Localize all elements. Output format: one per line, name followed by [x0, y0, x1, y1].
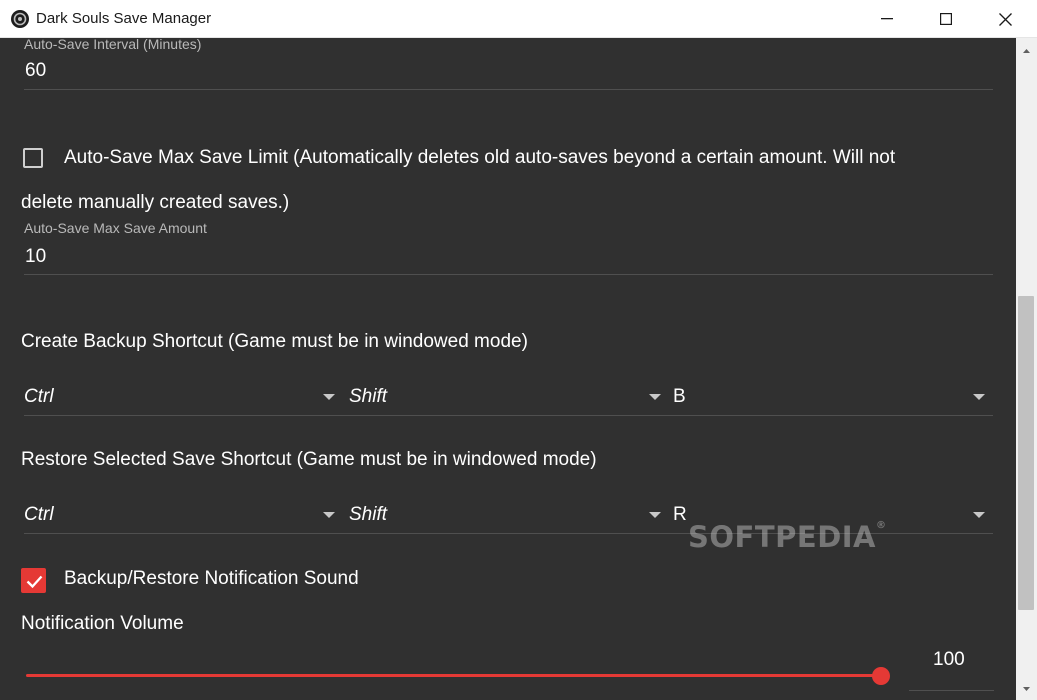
chevron-down-icon[interactable]	[323, 512, 335, 518]
max-save-amount-underline	[24, 274, 993, 275]
max-save-limit-label: Auto-Save Max Save Limit (Automatically …	[64, 147, 896, 168]
volume-value-underline	[909, 690, 994, 691]
close-button[interactable]	[976, 0, 1034, 38]
close-icon	[998, 12, 1012, 26]
max-save-limit-checkbox[interactable]	[23, 148, 43, 168]
auto-save-interval-underline	[24, 89, 993, 90]
volume-slider-track[interactable]	[26, 674, 881, 677]
title-bar: Dark Souls Save Manager	[0, 0, 1037, 38]
scroll-down-button[interactable]	[1016, 682, 1037, 694]
checkmark-icon	[26, 575, 43, 589]
scroll-up-button[interactable]	[1016, 44, 1037, 56]
backup-modifier2-select[interactable]: Shift	[349, 386, 387, 408]
backup-shortcut-heading: Create Backup Shortcut (Game must be in …	[21, 331, 528, 352]
notification-sound-checkbox[interactable]	[21, 568, 46, 593]
minimize-button[interactable]	[858, 0, 916, 38]
restore-shortcut-heading: Restore Selected Save Shortcut (Game mus…	[21, 449, 597, 470]
vertical-scrollbar[interactable]	[1016, 38, 1037, 700]
notification-volume-label: Notification Volume	[21, 613, 184, 634]
volume-slider-thumb[interactable]	[872, 667, 890, 685]
restore-modifier2-select[interactable]: Shift	[349, 504, 387, 526]
scrollbar-thumb[interactable]	[1018, 296, 1034, 610]
maximize-button[interactable]	[917, 0, 975, 38]
minimize-icon	[881, 18, 893, 20]
auto-save-interval-label: Auto-Save Interval (Minutes)	[24, 38, 202, 52]
maximize-icon	[940, 13, 952, 25]
restore-modifier1-select[interactable]: Ctrl	[24, 504, 54, 526]
auto-save-interval-input[interactable]: 60	[25, 60, 46, 82]
volume-value-input[interactable]: 100	[933, 649, 965, 671]
arrow-down-icon	[1023, 687, 1030, 691]
max-save-amount-label: Auto-Save Max Save Amount	[24, 220, 207, 236]
restore-key-select[interactable]: R	[673, 504, 687, 526]
max-save-amount-input[interactable]: 10	[25, 246, 46, 268]
arrow-up-icon	[1023, 49, 1030, 53]
chevron-down-icon[interactable]	[323, 394, 335, 400]
backup-key-select[interactable]: B	[673, 386, 686, 408]
backup-modifier1-select[interactable]: Ctrl	[24, 386, 54, 408]
chevron-down-icon[interactable]	[973, 394, 985, 400]
app-logo-icon	[10, 9, 30, 29]
max-save-limit-label-cont: delete manually created saves.)	[21, 192, 290, 213]
backup-shortcut-underline	[24, 415, 993, 416]
watermark: SOFTPEDIA®	[688, 520, 887, 554]
chevron-down-icon[interactable]	[973, 512, 985, 518]
chevron-down-icon[interactable]	[649, 512, 661, 518]
chevron-down-icon[interactable]	[649, 394, 661, 400]
notification-sound-label: Backup/Restore Notification Sound	[64, 568, 359, 589]
window-title: Dark Souls Save Manager	[36, 10, 212, 27]
settings-panel: Auto-Save Interval (Minutes) 60 Auto-Sav…	[0, 38, 1016, 700]
